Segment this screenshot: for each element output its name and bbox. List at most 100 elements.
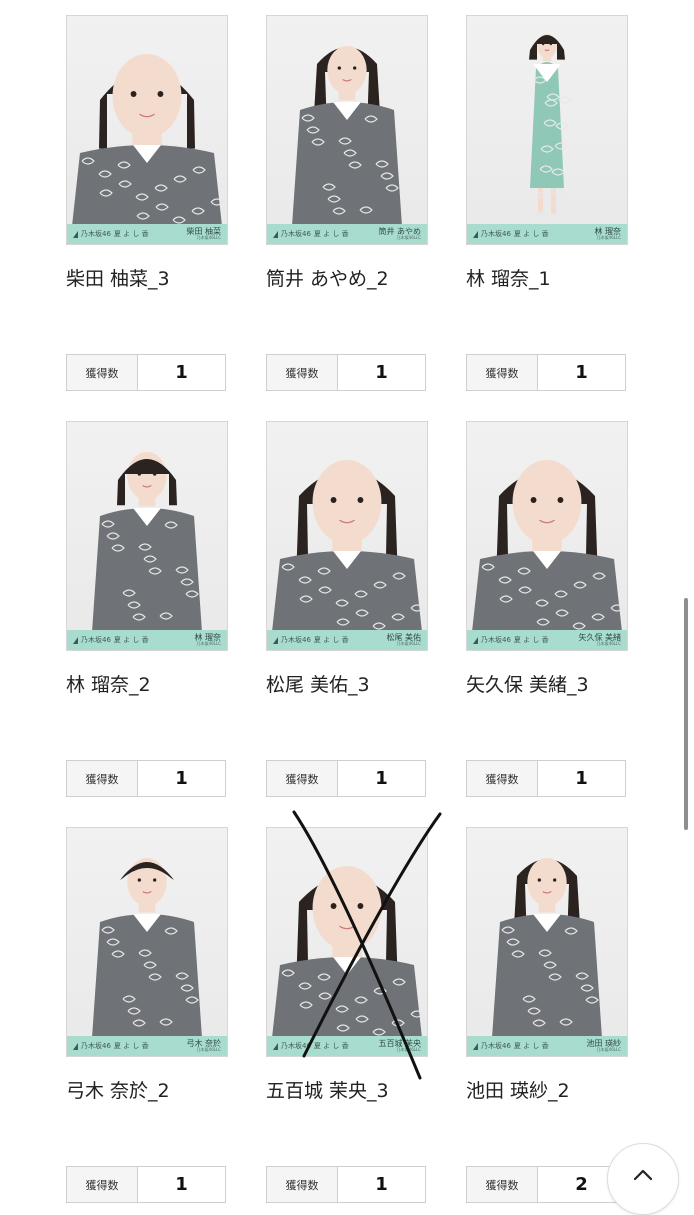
- band-copyright: 乃木坂46LLC: [196, 1047, 221, 1052]
- member-card-name[interactable]: 五百城 茉央_3: [266, 1076, 389, 1103]
- count-label: 獲得数: [467, 761, 538, 796]
- member-photo-frame[interactable]: 乃木坂46 夏 よ し 香 松尾 美佑 乃木坂46LLC: [266, 421, 428, 651]
- scrollbar[interactable]: [684, 598, 688, 830]
- member-card-name[interactable]: 松尾 美佑_3: [266, 670, 370, 697]
- triangle-logo-icon: [273, 636, 278, 644]
- member-photo-frame[interactable]: 乃木坂46 夏 よ し 香 五百城 茉央 乃木坂46LLC: [266, 827, 428, 1057]
- photo-card-grid: 乃木坂46 夏 よ し 香 柴田 柚菜 乃木坂46LLC 柴田 柚菜_3 獲得数…: [0, 0, 694, 1203]
- triangle-logo-icon: [473, 1042, 478, 1050]
- triangle-logo-icon: [73, 1042, 78, 1050]
- member-photo-frame[interactable]: 乃木坂46 夏 よ し 香 池田 瑛紗 乃木坂46LLC: [466, 827, 628, 1057]
- count-label: 獲得数: [267, 761, 338, 796]
- member-photo: [72, 54, 224, 226]
- band-brand: 乃木坂46: [81, 230, 111, 238]
- member-photo: [92, 452, 202, 632]
- photo-label-band: 乃木坂46 夏 よ し 香 林 瑠奈 乃木坂46LLC: [467, 224, 627, 244]
- band-brand: 乃木坂46: [281, 230, 311, 238]
- chevron-up-icon: [633, 1169, 653, 1181]
- member-photo: [472, 460, 624, 632]
- member-photo: [272, 460, 424, 632]
- member-photo: [272, 866, 424, 1038]
- count-label: 獲得数: [67, 355, 138, 390]
- triangle-logo-icon: [73, 230, 78, 238]
- triangle-logo-icon: [273, 230, 278, 238]
- band-copyright: 乃木坂46LLC: [196, 641, 221, 646]
- member-photo: [492, 858, 602, 1038]
- count-value: 1: [175, 768, 188, 789]
- count-value: 1: [175, 362, 188, 383]
- band-copyright: 乃木坂46LLC: [196, 235, 221, 240]
- member-photo-frame[interactable]: 乃木坂46 夏 よ し 香 弓木 奈於 乃木坂46LLC: [66, 827, 228, 1057]
- count-label: 獲得数: [67, 761, 138, 796]
- count-box: 獲得数 1: [466, 354, 626, 391]
- triangle-logo-icon: [473, 636, 478, 644]
- member-card-name[interactable]: 池田 瑛紗_2: [466, 1076, 570, 1103]
- band-title: 夏 よ し 香: [313, 230, 349, 238]
- count-box: 獲得数 1: [66, 1166, 226, 1203]
- photo-label-band: 乃木坂46 夏 よ し 香 池田 瑛紗 乃木坂46LLC: [467, 1036, 627, 1056]
- photo-label-band: 乃木坂46 夏 よ し 香 矢久保 美緒 乃木坂46LLC: [467, 630, 627, 650]
- count-box: 獲得数 1: [466, 760, 626, 797]
- member-card-name[interactable]: 筒井 あやめ_2: [266, 264, 389, 291]
- band-brand: 乃木坂46: [481, 230, 511, 238]
- band-brand: 乃木坂46: [481, 1042, 511, 1050]
- member-photo-frame[interactable]: 乃木坂46 夏 よ し 香 矢久保 美緒 乃木坂46LLC: [466, 421, 628, 651]
- count-value: 1: [375, 1174, 388, 1195]
- band-title: 夏 よ し 香: [513, 636, 549, 644]
- band-title: 夏 よ し 香: [113, 636, 149, 644]
- band-brand: 乃木坂46: [81, 636, 111, 644]
- band-title: 夏 よ し 香: [513, 230, 549, 238]
- photo-label-band: 乃木坂46 夏 よ し 香 弓木 奈於 乃木坂46LLC: [67, 1036, 227, 1056]
- band-title: 夏 よ し 香: [313, 1042, 349, 1050]
- count-value: 1: [375, 362, 388, 383]
- member-photo: [529, 34, 572, 222]
- photo-label-band: 乃木坂46 夏 よ し 香 筒井 あやめ 乃木坂46LLC: [267, 224, 427, 244]
- member-photo-frame[interactable]: 乃木坂46 夏 よ し 香 林 瑠奈 乃木坂46LLC: [466, 15, 628, 245]
- band-brand: 乃木坂46: [281, 636, 311, 644]
- member-photo-frame[interactable]: 乃木坂46 夏 よ し 香 柴田 柚菜 乃木坂46LLC: [66, 15, 228, 245]
- band-title: 夏 よ し 香: [113, 1042, 149, 1050]
- band-brand: 乃木坂46: [281, 1042, 311, 1050]
- band-title: 夏 よ し 香: [313, 636, 349, 644]
- scroll-to-top-button[interactable]: [607, 1143, 679, 1215]
- member-card-name[interactable]: 林 瑠奈_2: [66, 670, 151, 697]
- member-card-name[interactable]: 柴田 柚菜_3: [66, 264, 170, 291]
- count-box: 獲得数 1: [266, 1166, 426, 1203]
- photo-label-band: 乃木坂46 夏 よ し 香 林 瑠奈 乃木坂46LLC: [67, 630, 227, 650]
- count-value: 1: [175, 1174, 188, 1195]
- band-title: 夏 よ し 香: [513, 1042, 549, 1050]
- member-photo-frame[interactable]: 乃木坂46 夏 よ し 香 筒井 あやめ 乃木坂46LLC: [266, 15, 428, 245]
- band-copyright: 乃木坂46LLC: [396, 1047, 421, 1052]
- member-card-name[interactable]: 矢久保 美緒_3: [466, 670, 589, 697]
- photo-label-band: 乃木坂46 夏 よ し 香 五百城 茉央 乃木坂46LLC: [267, 1036, 427, 1056]
- count-label: 獲得数: [67, 1167, 138, 1202]
- band-brand: 乃木坂46: [81, 1042, 111, 1050]
- band-copyright: 乃木坂46LLC: [596, 235, 621, 240]
- count-box: 獲得数 1: [66, 760, 226, 797]
- count-box: 獲得数 1: [266, 760, 426, 797]
- member-photo-frame[interactable]: 乃木坂46 夏 よ し 香 林 瑠奈 乃木坂46LLC: [66, 421, 228, 651]
- count-box: 獲得数 2: [466, 1166, 626, 1203]
- triangle-logo-icon: [273, 1042, 278, 1050]
- count-value: 1: [575, 768, 588, 789]
- count-value: 1: [575, 362, 588, 383]
- photo-label-band: 乃木坂46 夏 よ し 香 柴田 柚菜 乃木坂46LLC: [67, 224, 227, 244]
- band-title: 夏 よ し 香: [113, 230, 149, 238]
- band-brand: 乃木坂46: [481, 636, 511, 644]
- triangle-logo-icon: [473, 230, 478, 238]
- count-label: 獲得数: [267, 1167, 338, 1202]
- count-value: 1: [375, 768, 388, 789]
- member-photo: [92, 858, 202, 1038]
- triangle-logo-icon: [73, 636, 78, 644]
- count-label: 獲得数: [267, 355, 338, 390]
- count-label: 獲得数: [467, 355, 538, 390]
- band-copyright: 乃木坂46LLC: [396, 235, 421, 240]
- band-copyright: 乃木坂46LLC: [596, 1047, 621, 1052]
- member-photo: [292, 46, 402, 226]
- photo-label-band: 乃木坂46 夏 よ し 香 松尾 美佑 乃木坂46LLC: [267, 630, 427, 650]
- member-card-name[interactable]: 林 瑠奈_1: [466, 264, 551, 291]
- member-card-name[interactable]: 弓木 奈於_2: [66, 1076, 170, 1103]
- count-box: 獲得数 1: [266, 354, 426, 391]
- count-label: 獲得数: [467, 1167, 538, 1202]
- band-copyright: 乃木坂46LLC: [596, 641, 621, 646]
